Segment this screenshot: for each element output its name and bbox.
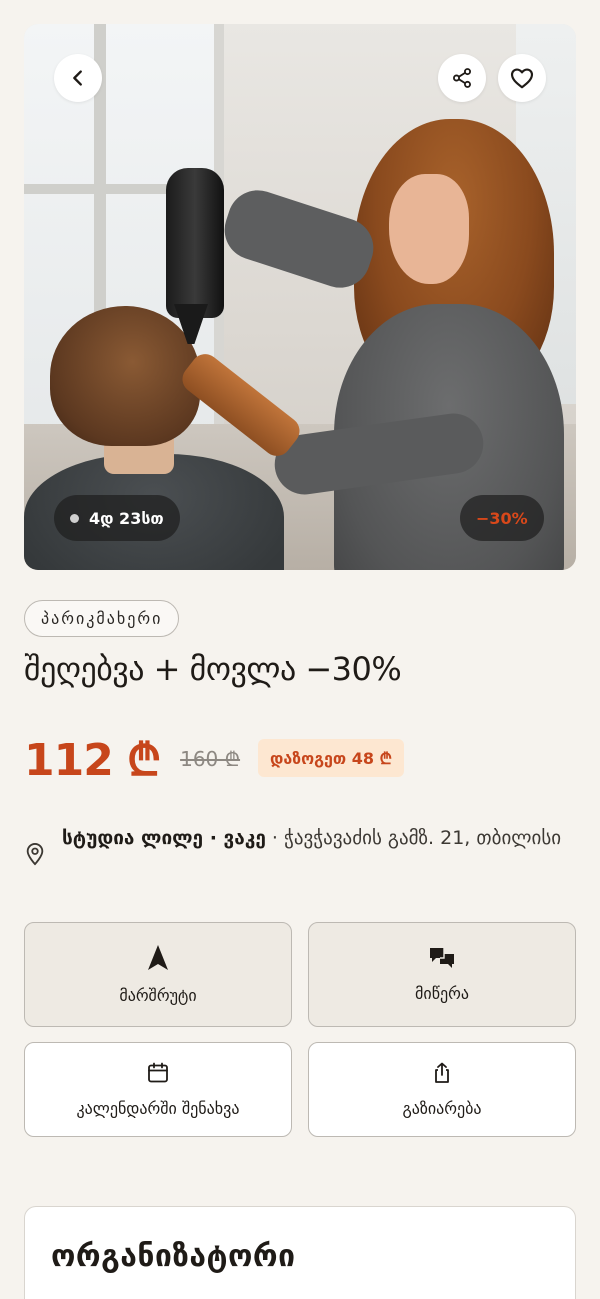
route-label: მარშრუტი <box>119 986 197 1005</box>
venue-name: სტუდია ლილე · ვაკე <box>62 827 266 849</box>
route-button[interactable]: მარშრუტი <box>24 922 292 1027</box>
chevron-left-icon <box>67 67 89 89</box>
calendar-label: კალენდარში შენახვა <box>76 1099 240 1118</box>
organizer-card: ორგანიზატორი <box>24 1206 576 1299</box>
photo-stylist-arm <box>216 182 382 296</box>
location-text: სტუდია ლილე · ვაკე · ჭავჭავაძის გამზ. 21… <box>62 822 561 870</box>
organizer-heading: ორგანიზატორი <box>51 1239 296 1274</box>
photo-client-hair <box>50 306 200 446</box>
favorite-button[interactable] <box>498 54 546 102</box>
category-label: პარიკმახერი <box>41 609 163 628</box>
category-chip[interactable]: პარიკმახერი <box>24 600 180 637</box>
price-row: 112 ₾ 160 ₾ დაზოგეთ 48 ₾ <box>24 728 404 788</box>
share-icon <box>451 67 473 89</box>
message-button[interactable]: მიწერა <box>308 922 576 1027</box>
location-row[interactable]: სტუდია ლილე · ვაკე · ჭავჭავაძის გამზ. 21… <box>24 822 576 870</box>
venue-address: ჭავჭავაძის გამზ. 21, თბილისი <box>284 827 562 849</box>
add-to-calendar-button[interactable]: კალენდარში შენახვა <box>24 1042 292 1137</box>
status-dot <box>70 513 79 523</box>
photo-hair-dryer <box>166 168 224 318</box>
countdown-badge: 4დ 23სთ <box>54 495 180 541</box>
location-separator: · <box>265 827 285 849</box>
original-price: 160 ₾ <box>180 746 241 771</box>
navigation-arrow-icon <box>146 944 170 976</box>
message-label: მიწერა <box>415 984 469 1003</box>
share-deal-button[interactable]: გაზიარება <box>308 1042 576 1137</box>
savings-badge: დაზოგეთ 48 ₾ <box>258 739 404 777</box>
heart-icon <box>509 65 535 91</box>
deal-hero-image <box>24 24 576 570</box>
deal-title: შეღებვა + მოვლა −30% <box>24 650 402 688</box>
calendar-icon <box>146 1061 170 1089</box>
share-label: გაზიარება <box>402 1099 482 1118</box>
countdown-text: 4დ 23სთ <box>89 508 164 528</box>
back-button[interactable] <box>54 54 102 102</box>
discount-text: −30% <box>476 508 528 528</box>
location-pin-icon <box>24 842 46 870</box>
share-upload-icon <box>430 1061 454 1089</box>
photo-stylist-face <box>389 174 469 284</box>
share-button[interactable] <box>438 54 486 102</box>
current-price: 112 ₾ <box>24 735 161 786</box>
chat-icon <box>428 946 456 974</box>
discount-badge: −30% <box>460 495 544 541</box>
